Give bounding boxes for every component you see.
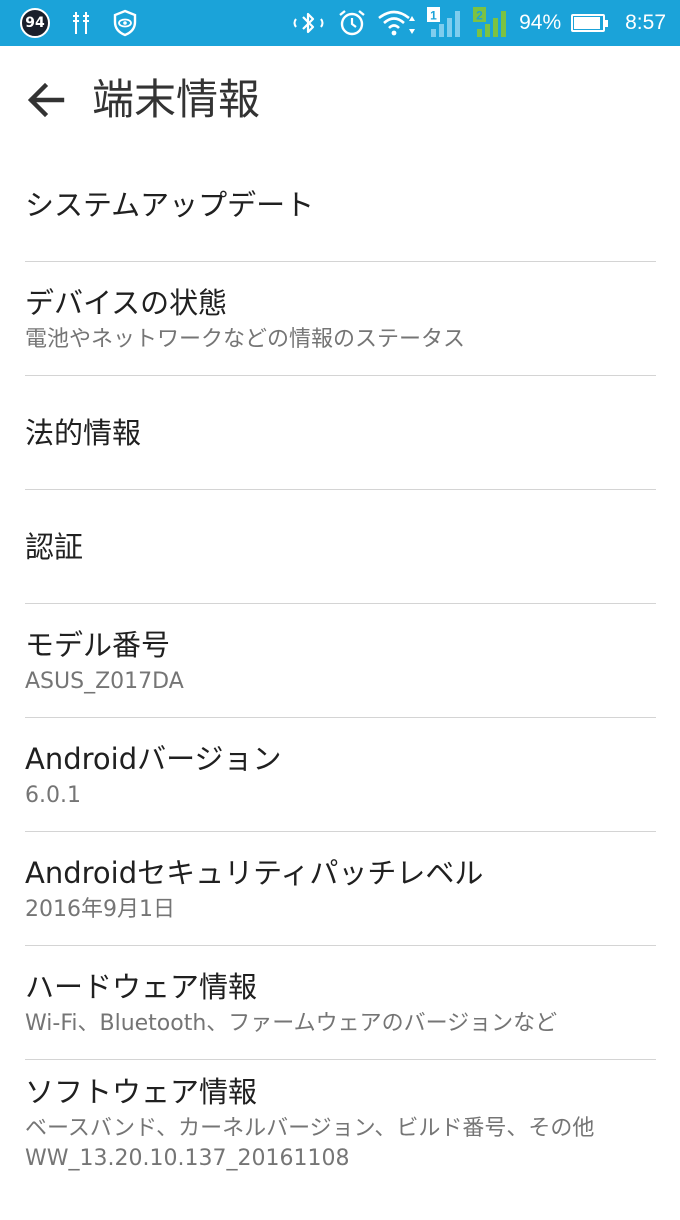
list-item-subtitle: 6.0.1 [25,783,81,808]
page-title: 端末情報 [92,75,261,124]
list-item-title: ハードウェア情報 [25,970,258,1004]
list-item-security-patch[interactable]: Androidセキュリティパッチレベル 2016年9月1日 [0,832,680,946]
list-item-title: 法的情報 [25,416,142,450]
list-item-certification[interactable]: 認証 [0,490,680,604]
sim2-label: 2 [476,9,483,23]
battery-fill [574,17,601,29]
list-item-title: システムアップデート [25,188,315,222]
list-item-subtitle: 2016年9月1日 [25,897,175,922]
list-item-software-info[interactable]: ソフトウェア情報 ベースバンド、カーネルバージョン、ビルド番号、その他 WW_1… [0,1060,680,1220]
back-button[interactable] [22,76,70,124]
list-item-title: 認証 [25,530,84,564]
list-item-title: デバイスの状態 [25,286,228,320]
list-item-title: モデル番号 [25,628,171,662]
usb-debug-icon [70,10,92,36]
list-item-legal-info[interactable]: 法的情報 [0,376,680,490]
sim1-label: 1 [430,9,437,23]
list-item-subtitle: Wi-Fi、Bluetooth、ファームウェアのバージョンなど [25,1011,558,1036]
app-bar: 端末情報 [0,46,680,154]
list-item-title: ソフトウェア情報 [25,1075,258,1109]
list-item-subtitle: 電池やネットワークなどの情報のステータス [25,327,466,352]
notification-badge: 94 [20,8,50,38]
sim1-signal-icon: 1 [427,7,463,39]
status-bar-right: 1 2 94% 8:57 [291,0,666,46]
bluetooth-icon [291,9,327,37]
status-bar-left: 94 [20,0,138,46]
battery-percent: 94% [519,11,562,34]
status-bar: 94 1 2 94% 8:57 [0,0,680,46]
list-item-system-update[interactable]: システムアップデート [0,148,680,262]
sim2-signal-icon: 2 [473,7,509,39]
list-item-device-status[interactable]: デバイスの状態 電池やネットワークなどの情報のステータス [0,262,680,376]
list-item-title: Androidバージョン [25,742,282,776]
alarm-icon [337,8,367,38]
list-item-hardware-info[interactable]: ハードウェア情報 Wi-Fi、Bluetooth、ファームウェアのバージョンなど [0,946,680,1060]
clock: 8:57 [625,11,666,34]
list-item-subtitle: ASUS_Z017DA [25,669,184,694]
settings-list: システムアップデート デバイスの状態 電池やネットワークなどの情報のステータス … [0,148,680,1220]
arrow-back-icon [27,82,65,118]
wifi-icon [377,8,417,38]
list-item-subtitle-build: WW_13.20.10.137_20161108 [25,1146,350,1171]
list-item-android-version[interactable]: Androidバージョン 6.0.1 [0,718,680,832]
list-item-title: Androidセキュリティパッチレベル [25,856,484,890]
list-item-model-number[interactable]: モデル番号 ASUS_Z017DA [0,604,680,718]
battery-icon [571,14,609,32]
list-item-subtitle: ベースバンド、カーネルバージョン、ビルド番号、その他 [25,1116,595,1141]
shield-eye-icon [112,9,138,37]
